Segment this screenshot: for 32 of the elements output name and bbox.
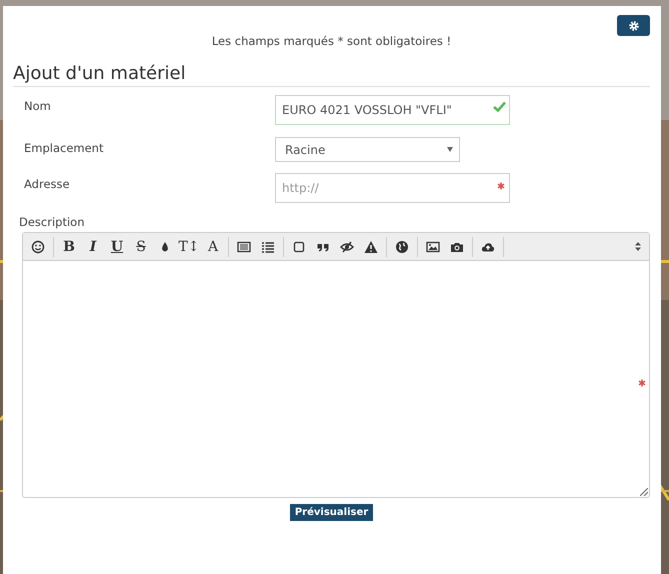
required-fields-notice: Les champs marqués * sont obligatoires ! — [210, 34, 452, 48]
input-field[interactable]: http:// — [275, 173, 510, 203]
caret-icon — [447, 147, 453, 152]
format-button[interactable]: A — [201, 236, 225, 256]
eye-slash-icon — [340, 240, 354, 254]
smiley-icon — [31, 240, 45, 254]
list-icon — [261, 240, 275, 254]
field-label: Emplacement — [23, 140, 104, 157]
checkbox-icon — [292, 240, 306, 254]
field-label: Nom — [23, 98, 52, 115]
input-field[interactable]: EURO 4021 VOSSLOH "VFLI" — [275, 95, 510, 125]
resize-handle-icon[interactable] — [640, 488, 648, 496]
warning-icon — [364, 240, 378, 254]
preview-button[interactable]: Prévisualiser — [290, 504, 374, 521]
card-icon — [237, 240, 251, 254]
settings-button[interactable] — [617, 15, 650, 36]
format-button[interactable]: B — [57, 236, 81, 256]
globe-icon — [395, 240, 409, 254]
field-label: Description — [19, 215, 86, 229]
field-label: Adresse — [23, 176, 71, 193]
form-title: Ajout d'un matériel — [13, 63, 650, 87]
checkmark-icon — [493, 101, 506, 112]
format-button[interactable]: U — [105, 236, 129, 256]
settings-icon — [628, 20, 640, 32]
format-button[interactable]: S — [129, 236, 153, 256]
location-select[interactable]: Racine — [275, 137, 460, 162]
format-button[interactable]: I — [81, 236, 105, 256]
sort-icon[interactable] — [635, 242, 641, 251]
format-button[interactable]: T↕ — [177, 236, 201, 256]
description-editor[interactable]: B I U S T↕ A — [22, 232, 650, 498]
image-icon — [426, 240, 440, 254]
required-icon — [497, 182, 505, 190]
